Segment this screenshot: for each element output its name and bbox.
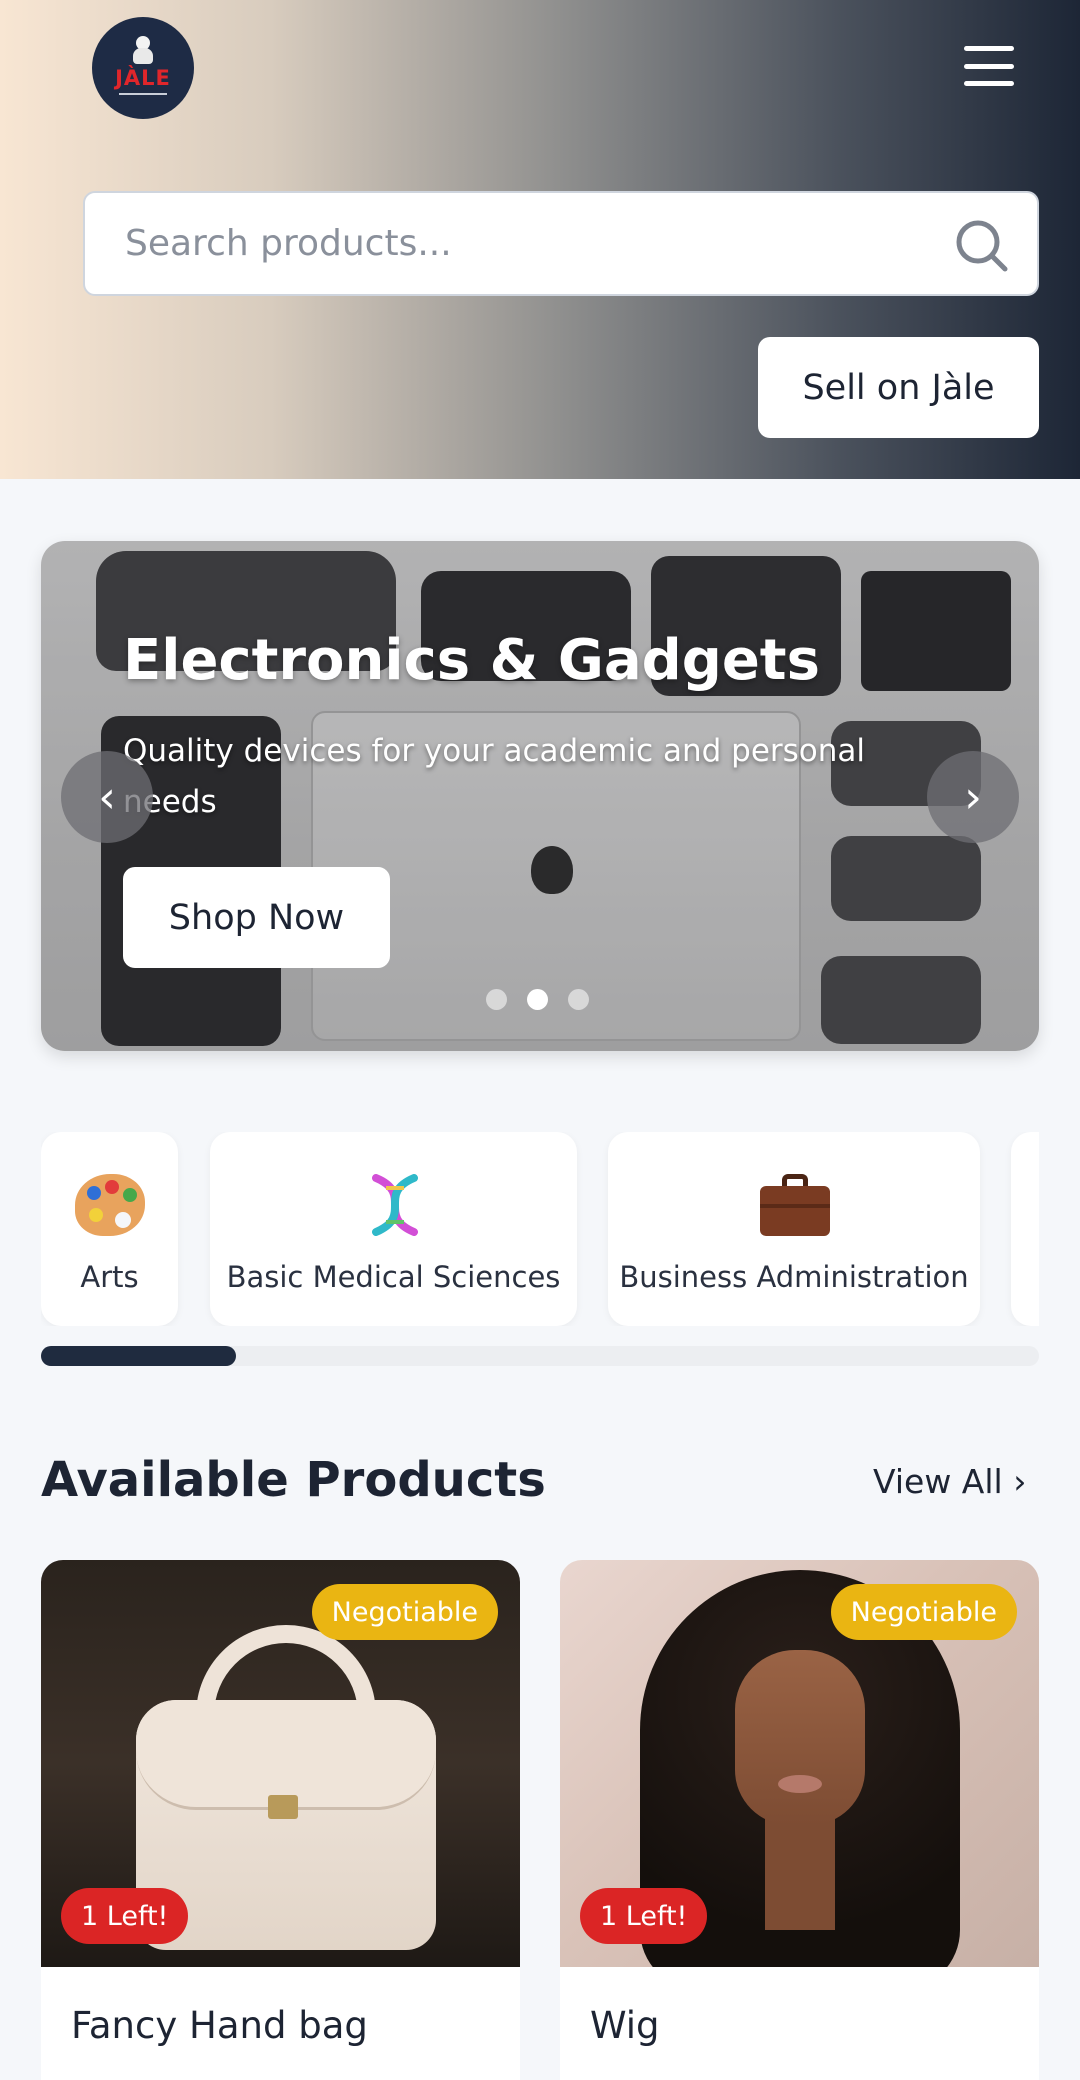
search-icon[interactable]: [951, 215, 1011, 275]
product-card-wig[interactable]: Negotiable 1 Left! Wig: [560, 1560, 1039, 2080]
jale-logo[interactable]: JÀLE: [92, 17, 194, 119]
product-name: Wig: [590, 2004, 660, 2047]
category-label: Business Administration: [619, 1260, 969, 1294]
category-label: Arts: [80, 1260, 139, 1294]
carousel-next-icon[interactable]: ›: [927, 751, 1019, 843]
category-business-administration[interactable]: Business Administration: [608, 1132, 980, 1326]
category-basic-medical-sciences[interactable]: Basic Medical Sciences: [210, 1132, 577, 1326]
available-products-heading: Available Products: [41, 1452, 546, 1508]
hero-carousel: Electronics & Gadgets Quality devices fo…: [41, 541, 1039, 1051]
hero-title: Electronics & Gadgets: [123, 628, 820, 693]
negotiable-badge: Negotiable: [830, 1584, 1017, 1640]
carousel-dot[interactable]: [568, 989, 589, 1010]
view-all-link[interactable]: View All ›: [873, 1462, 1026, 1501]
carousel-dot[interactable]: [486, 989, 507, 1010]
product-card-fancy-hand-bag[interactable]: Negotiable 1 Left! Fancy Hand bag: [41, 1560, 520, 2080]
briefcase-icon: [758, 1168, 830, 1240]
artist-palette-icon: [74, 1168, 146, 1240]
header: JÀLE Sell on Jàle: [0, 0, 1080, 479]
search-input[interactable]: [125, 193, 925, 294]
logo-wordmark: JÀLE: [115, 65, 171, 90]
view-all-label: View All: [873, 1462, 1003, 1501]
category-scrollbar[interactable]: [41, 1346, 1039, 1366]
stock-badge: 1 Left!: [580, 1888, 708, 1944]
category-strip[interactable]: Arts Basic Medical Sciences Business Adm…: [41, 1132, 1039, 1326]
logo-tagline: [119, 92, 167, 95]
category-next-partial[interactable]: [1011, 1132, 1039, 1326]
category-label: Basic Medical Sciences: [226, 1260, 561, 1294]
search-bar: [83, 191, 1039, 296]
chevron-right-icon: ›: [1013, 1462, 1027, 1501]
hamburger-menu-icon[interactable]: [964, 46, 1014, 86]
carousel-dots: [486, 989, 589, 1010]
hero-subtitle: Quality devices for your academic and pe…: [123, 733, 866, 820]
carousel-dot-active[interactable]: [527, 989, 548, 1010]
category-scrollbar-thumb[interactable]: [41, 1346, 236, 1366]
product-name: Fancy Hand bag: [71, 2004, 368, 2047]
carousel-prev-icon[interactable]: ‹: [61, 751, 153, 843]
dna-icon: [358, 1168, 430, 1240]
shop-now-button[interactable]: Shop Now: [123, 867, 390, 968]
stock-badge: 1 Left!: [61, 1888, 189, 1944]
negotiable-badge: Negotiable: [311, 1584, 498, 1640]
sell-on-jale-button[interactable]: Sell on Jàle: [758, 337, 1039, 438]
mascot-icon: [130, 35, 156, 66]
category-arts[interactable]: Arts: [41, 1132, 178, 1326]
